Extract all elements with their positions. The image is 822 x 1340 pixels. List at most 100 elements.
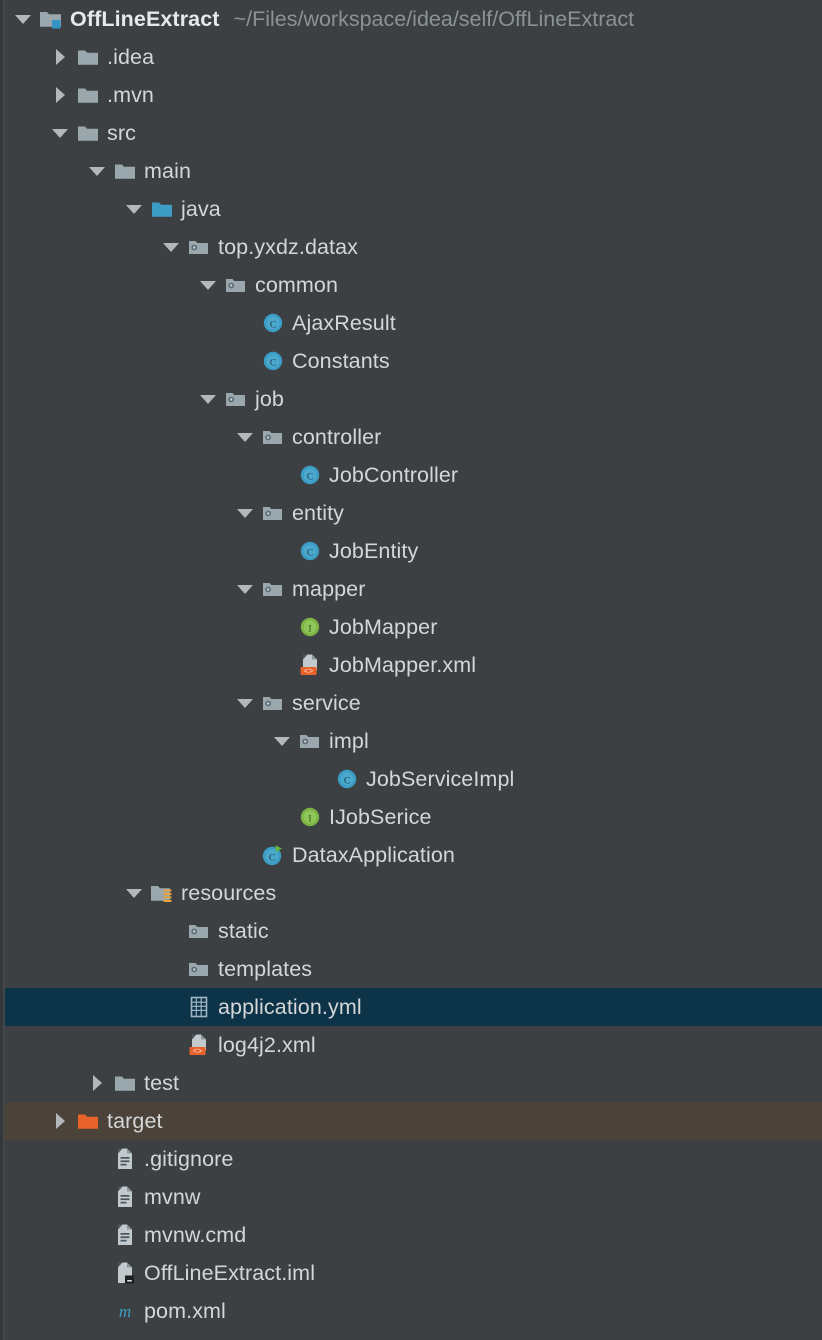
tree-row-label: target bbox=[107, 1108, 163, 1133]
tree-row-label: AjaxResult bbox=[292, 310, 396, 335]
tree-row-label: resources bbox=[181, 880, 277, 905]
tree-row-label: pom.xml bbox=[144, 1298, 226, 1323]
twisty-placeholder bbox=[269, 456, 295, 494]
chevron-down-icon[interactable] bbox=[121, 190, 147, 228]
chevron-down-icon[interactable] bbox=[195, 380, 221, 418]
tree-row-offlineextract[interactable]: OffLineExtract ~/Files/workspace/idea/sel… bbox=[0, 0, 822, 38]
tree-row-label: java bbox=[181, 196, 221, 221]
twisty-placeholder bbox=[306, 760, 332, 798]
svg-text:C: C bbox=[270, 320, 276, 330]
resource-root-icon bbox=[147, 874, 177, 912]
tree-row-main[interactable]: main bbox=[0, 152, 822, 190]
folder-icon bbox=[110, 1064, 140, 1102]
tree-row-common[interactable]: common bbox=[0, 266, 822, 304]
tree-row-entity[interactable]: entity bbox=[0, 494, 822, 532]
tree-row-static[interactable]: static bbox=[0, 912, 822, 950]
tree-row-resources[interactable]: resources bbox=[0, 874, 822, 912]
tree-row-label: .gitignore bbox=[144, 1146, 234, 1171]
java-class-icon: C bbox=[295, 532, 325, 570]
chevron-down-icon[interactable] bbox=[232, 570, 258, 608]
tree-row-jobmapper-xml[interactable]: <> JobMapper.xml bbox=[0, 646, 822, 684]
tree-row-mapper[interactable]: mapper bbox=[0, 570, 822, 608]
tree-row-controller[interactable]: controller bbox=[0, 418, 822, 456]
svg-text:C: C bbox=[269, 853, 275, 863]
tree-row-label: templates bbox=[218, 956, 313, 981]
xml-file-icon: <> bbox=[295, 646, 325, 684]
java-interface-icon: I bbox=[295, 798, 325, 836]
tree-row-java[interactable]: java bbox=[0, 190, 822, 228]
tree-row-log4j2-xml[interactable]: <> log4j2.xml bbox=[0, 1026, 822, 1064]
tree-row-dataxapplication[interactable]: C DataxApplication bbox=[0, 836, 822, 874]
chevron-down-icon[interactable] bbox=[84, 152, 110, 190]
chevron-down-icon[interactable] bbox=[121, 874, 147, 912]
tree-row-label: DataxApplication bbox=[292, 842, 455, 867]
tree-row-label: OffLineExtract.iml bbox=[144, 1260, 316, 1285]
package-icon bbox=[184, 228, 214, 266]
xml-file-icon: <> bbox=[184, 1026, 214, 1064]
folder-icon bbox=[73, 114, 103, 152]
tree-row-top-yxdz-datax[interactable]: top.yxdz.datax bbox=[0, 228, 822, 266]
chevron-right-icon[interactable] bbox=[47, 1102, 73, 1140]
text-file-icon bbox=[110, 1140, 140, 1178]
twisty-placeholder bbox=[269, 798, 295, 836]
tree-row-mvn[interactable]: .mvn bbox=[0, 76, 822, 114]
text-file-icon bbox=[110, 1178, 140, 1216]
source-root-icon bbox=[147, 190, 177, 228]
tree-row-job[interactable]: job bbox=[0, 380, 822, 418]
tree-row-jobserviceimpl[interactable]: C JobServiceImpl bbox=[0, 760, 822, 798]
twisty-placeholder bbox=[158, 912, 184, 950]
twisty-placeholder bbox=[269, 646, 295, 684]
tree-row-service[interactable]: service bbox=[0, 684, 822, 722]
package-icon bbox=[221, 266, 251, 304]
chevron-down-icon[interactable] bbox=[195, 266, 221, 304]
twisty-placeholder bbox=[84, 1178, 110, 1216]
java-interface-icon: I bbox=[295, 608, 325, 646]
excluded-folder-icon bbox=[73, 1102, 103, 1140]
tree-row-templates[interactable]: templates bbox=[0, 950, 822, 988]
tree-row-application-yml[interactable]: application.yml bbox=[0, 988, 822, 1026]
chevron-down-icon[interactable] bbox=[232, 494, 258, 532]
tree-row-gitignore[interactable]: .gitignore bbox=[0, 1140, 822, 1178]
tree-row-target[interactable]: target bbox=[0, 1102, 822, 1140]
twisty-placeholder bbox=[84, 1216, 110, 1254]
chevron-down-icon[interactable] bbox=[158, 228, 184, 266]
tree-row-label: OffLineExtract bbox=[70, 6, 220, 31]
chevron-down-icon[interactable] bbox=[269, 722, 295, 760]
package-icon bbox=[184, 912, 214, 950]
tree-row-jobentity[interactable]: C JobEntity bbox=[0, 532, 822, 570]
tree-row-pom-xml[interactable]: m pom.xml bbox=[0, 1292, 822, 1330]
tree-row-jobcontroller[interactable]: C JobController bbox=[0, 456, 822, 494]
tree-row-mvnw[interactable]: mvnw bbox=[0, 1178, 822, 1216]
tree-row-mvnw-cmd[interactable]: mvnw.cmd bbox=[0, 1216, 822, 1254]
tree-scroll-gutter[interactable] bbox=[0, 0, 5, 1340]
svg-text:C: C bbox=[307, 472, 313, 482]
chevron-down-icon[interactable] bbox=[232, 684, 258, 722]
chevron-down-icon[interactable] bbox=[10, 0, 36, 38]
chevron-right-icon[interactable] bbox=[84, 1064, 110, 1102]
maven-pom-icon: m bbox=[110, 1292, 140, 1330]
tree-row-jobmapper[interactable]: I JobMapper bbox=[0, 608, 822, 646]
tree-row-idea[interactable]: .idea bbox=[0, 38, 822, 76]
chevron-down-icon[interactable] bbox=[232, 418, 258, 456]
tree-row-label: JobMapper bbox=[329, 614, 438, 639]
svg-text:C: C bbox=[307, 548, 313, 558]
tree-row-impl[interactable]: impl bbox=[0, 722, 822, 760]
project-tree[interactable]: OffLineExtract ~/Files/workspace/idea/sel… bbox=[0, 0, 822, 1340]
package-icon bbox=[258, 684, 288, 722]
tree-row-ijobserice[interactable]: I IJobSerice bbox=[0, 798, 822, 836]
runnable-class-icon: C bbox=[258, 836, 288, 874]
twisty-placeholder bbox=[158, 1026, 184, 1064]
chevron-right-icon[interactable] bbox=[47, 76, 73, 114]
chevron-down-icon[interactable] bbox=[47, 114, 73, 152]
svg-text:C: C bbox=[270, 358, 276, 368]
tree-row-offlineextract-iml[interactable]: OffLineExtract.iml bbox=[0, 1254, 822, 1292]
tree-row-label: top.yxdz.datax bbox=[218, 234, 359, 259]
tree-row-label: mapper bbox=[292, 576, 366, 601]
tree-row-label: main bbox=[144, 158, 192, 183]
chevron-right-icon[interactable] bbox=[47, 38, 73, 76]
tree-row-constants[interactable]: C Constants bbox=[0, 342, 822, 380]
tree-row-test[interactable]: test bbox=[0, 1064, 822, 1102]
tree-row-label: mvnw bbox=[144, 1184, 201, 1209]
tree-row-src[interactable]: src bbox=[0, 114, 822, 152]
tree-row-ajaxresult[interactable]: C AjaxResult bbox=[0, 304, 822, 342]
